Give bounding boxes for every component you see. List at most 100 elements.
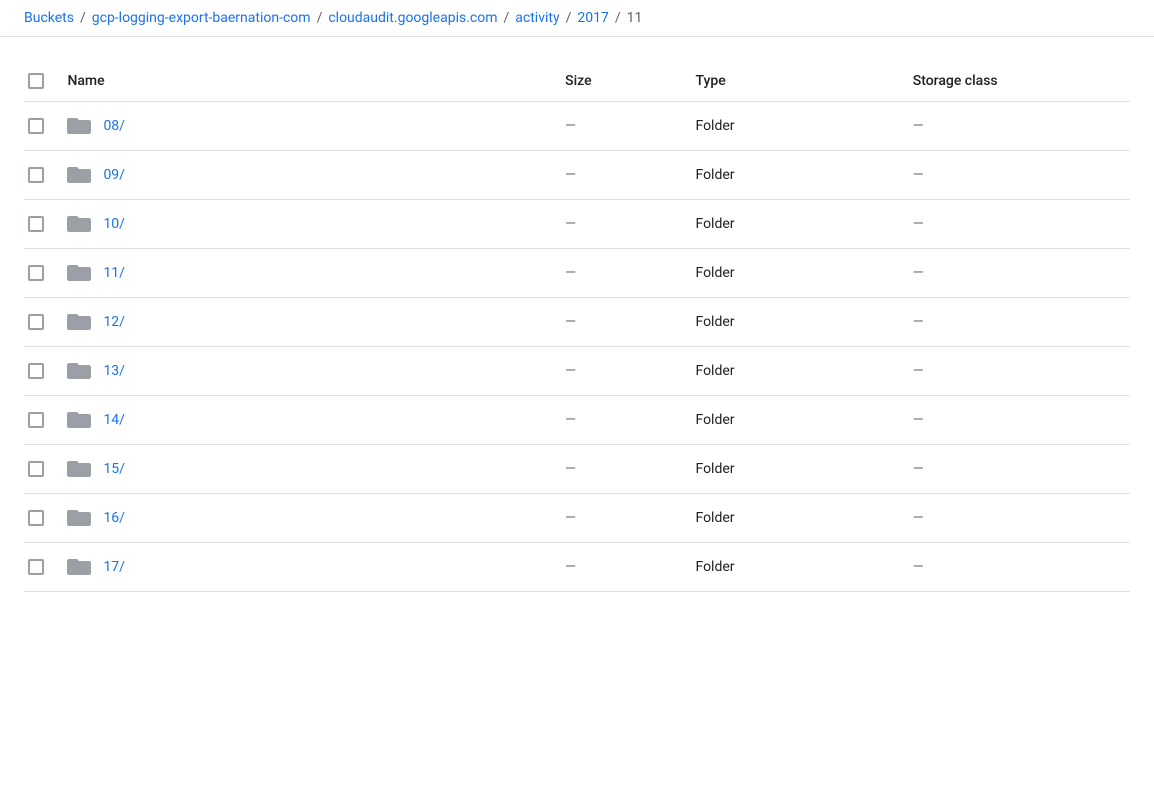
row-name-cell: 17/ [67,543,565,592]
folder-link[interactable]: 13/ [103,363,125,379]
row-type-cell: Folder [695,298,912,347]
breadcrumb-buckets[interactable]: Buckets [24,10,74,26]
size-header: Size [565,61,695,102]
folder-icon [67,459,91,479]
row-checkbox[interactable] [28,265,44,281]
row-size-cell: — [565,151,695,200]
table-row: 17/ —Folder— [24,543,1130,592]
table-row: 12/—Folder— [24,298,1130,347]
file-browser: Name Size Type Storage class 08/—Folder—… [0,37,1154,592]
files-table: Name Size Type Storage class 08/—Folder—… [24,61,1130,592]
folder-icon [67,410,91,430]
row-name-cell: 10/ [67,200,565,249]
folder-icon [67,312,91,332]
row-name-cell: 14/ [67,396,565,445]
row-name-cell: 09/ [67,151,565,200]
row-size-cell: — [565,200,695,249]
row-checkbox[interactable] [28,216,44,232]
row-name-cell: 16/ [67,494,565,543]
table-row: 13/—Folder— [24,347,1130,396]
row-checkbox[interactable] [28,412,44,428]
breadcrumb-2017[interactable]: 2017 [577,10,608,26]
folder-link[interactable]: 17/ [103,559,125,575]
breadcrumb-activity[interactable]: activity [515,10,559,26]
breadcrumb-sep-2: / [504,10,510,26]
breadcrumb-sep-4: / [615,10,621,26]
row-checkbox-cell [24,151,67,200]
folder-link[interactable]: 15/ [103,461,125,477]
row-checkbox-cell [24,396,67,445]
row-checkbox[interactable] [28,559,44,575]
row-size-cell: — [565,396,695,445]
folder-icon [67,508,91,528]
select-all-checkbox[interactable] [28,73,44,89]
folder-link[interactable]: 14/ [103,412,125,428]
table-row: 16/—Folder— [24,494,1130,543]
row-checkbox-cell [24,347,67,396]
folder-icon [67,263,91,283]
table-row: 15/—Folder— [24,445,1130,494]
breadcrumb-bucket-name[interactable]: gcp-logging-export-baernation-com [92,10,311,26]
row-name-cell: 12/ [67,298,565,347]
folder-icon [67,165,91,185]
folder-icon [67,557,91,577]
row-checkbox-cell [24,445,67,494]
row-storage-cell: — [913,543,1130,592]
row-type-cell: Folder [695,347,912,396]
row-checkbox[interactable] [28,510,44,526]
folder-icon [67,116,91,136]
table-row: 08/—Folder— [24,102,1130,151]
row-checkbox-cell [24,494,67,543]
breadcrumb-current: 11 [627,10,643,26]
row-name-cell: 13/ [67,347,565,396]
row-checkbox-cell [24,249,67,298]
folder-link[interactable]: 16/ [103,510,125,526]
row-checkbox[interactable] [28,363,44,379]
breadcrumb-sep-3: / [566,10,572,26]
row-type-cell: Folder [695,151,912,200]
row-storage-cell: — [913,298,1130,347]
table-row: 10/—Folder— [24,200,1130,249]
row-checkbox-cell [24,102,67,151]
folder-link[interactable]: 12/ [103,314,125,330]
row-type-cell: Folder [695,102,912,151]
row-size-cell: — [565,347,695,396]
row-type-cell: Folder [695,249,912,298]
row-type-cell: Folder [695,543,912,592]
type-header: Type [695,61,912,102]
row-name-cell: 08/ [67,102,565,151]
folder-link[interactable]: 10/ [103,216,125,232]
row-storage-cell: — [913,396,1130,445]
breadcrumb: Buckets / gcp-logging-export-baernation-… [0,0,1154,37]
folder-icon [67,361,91,381]
row-checkbox[interactable] [28,167,44,183]
breadcrumb-cloudaudit[interactable]: cloudaudit.googleapis.com [328,10,497,26]
row-checkbox[interactable] [28,314,44,330]
table-row: 14/ —Folder— [24,396,1130,445]
breadcrumb-sep-0: / [80,10,86,26]
select-all-header [24,61,67,102]
row-checkbox[interactable] [28,461,44,477]
folder-link[interactable]: 11/ [103,265,125,281]
row-type-cell: Folder [695,445,912,494]
row-type-cell: Folder [695,200,912,249]
row-size-cell: — [565,543,695,592]
breadcrumb-sep-1: / [317,10,323,26]
row-size-cell: — [565,445,695,494]
table-header-row: Name Size Type Storage class [24,61,1130,102]
folder-link[interactable]: 08/ [103,118,125,134]
row-storage-cell: — [913,249,1130,298]
row-storage-cell: — [913,151,1130,200]
row-checkbox[interactable] [28,118,44,134]
row-checkbox-cell [24,298,67,347]
row-size-cell: — [565,102,695,151]
storage-class-header: Storage class [913,61,1130,102]
row-size-cell: — [565,249,695,298]
row-checkbox-cell [24,543,67,592]
row-size-cell: — [565,494,695,543]
row-name-cell: 15/ [67,445,565,494]
row-name-cell: 11/ [67,249,565,298]
row-storage-cell: — [913,494,1130,543]
folder-link[interactable]: 09/ [103,167,125,183]
row-type-cell: Folder [695,396,912,445]
